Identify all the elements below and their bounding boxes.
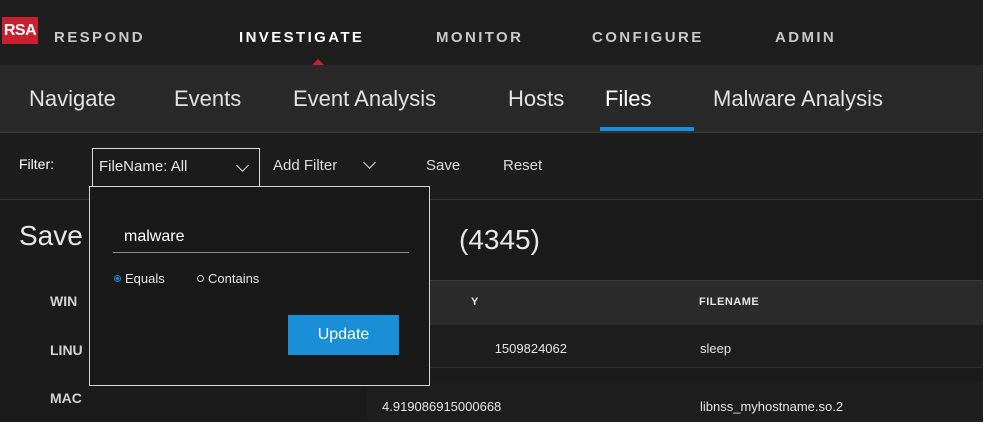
reset-button[interactable]: Reset bbox=[503, 157, 542, 174]
saved-filter-item[interactable]: MAC bbox=[50, 390, 82, 406]
saved-filters-title: Save bbox=[19, 220, 83, 251]
filename-filter-dropdown[interactable]: FileName: All bbox=[92, 148, 260, 186]
tab-navigate[interactable]: Navigate bbox=[29, 86, 116, 112]
nav-respond[interactable]: RESPOND bbox=[54, 29, 145, 46]
top-navigation: RSA RESPOND INVESTIGATE MONITOR CONFIGUR… bbox=[0, 0, 983, 66]
nav-monitor[interactable]: MONITOR bbox=[436, 29, 523, 46]
tab-hosts[interactable]: Hosts bbox=[508, 86, 564, 112]
filter-label: Filter: bbox=[19, 156, 54, 172]
nav-admin[interactable]: ADMIN bbox=[775, 29, 836, 46]
equals-radio[interactable] bbox=[114, 275, 121, 282]
filename-filter-popup: Equals Contains Update bbox=[89, 186, 430, 386]
tab-files[interactable]: Files bbox=[605, 86, 651, 112]
tab-malware-analysis[interactable]: Malware Analysis bbox=[713, 86, 883, 112]
filename-filter-label: FileName: All bbox=[99, 158, 188, 175]
chevron-down-icon bbox=[236, 159, 249, 172]
table-row[interactable]: 4.919086915000668 libnss_myhostname.so.2 bbox=[367, 383, 983, 422]
tab-event-analysis[interactable]: Event Analysis bbox=[293, 86, 436, 112]
investigate-subnav: Navigate Events Event Analysis Hosts Fil… bbox=[0, 65, 983, 133]
update-button[interactable]: Update bbox=[288, 315, 399, 355]
tab-events[interactable]: Events bbox=[174, 86, 241, 112]
chevron-down-icon[interactable] bbox=[363, 156, 376, 169]
table-cell-filename: libnss_myhostname.so.2 bbox=[700, 399, 844, 414]
save-button[interactable]: Save bbox=[426, 157, 460, 174]
contains-radio-label[interactable]: Contains bbox=[208, 271, 259, 286]
column-header[interactable]: Y bbox=[471, 296, 479, 308]
nav-investigate[interactable]: INVESTIGATE bbox=[239, 29, 364, 46]
nav-configure[interactable]: CONFIGURE bbox=[592, 29, 704, 46]
filename-filter-input[interactable] bbox=[113, 221, 409, 253]
add-filter-button[interactable]: Add Filter bbox=[273, 157, 337, 174]
rsa-logo: RSA bbox=[2, 17, 38, 44]
saved-filter-item[interactable]: WIN bbox=[50, 293, 77, 309]
contains-radio[interactable] bbox=[197, 275, 204, 282]
table-row[interactable]: 1509824062 sleep bbox=[367, 325, 983, 368]
table-cell-filename: sleep bbox=[700, 341, 732, 356]
column-header-filename[interactable]: FILENAME bbox=[699, 296, 759, 308]
table-cell-value: 4.919086915000668 bbox=[382, 399, 502, 414]
equals-radio-label[interactable]: Equals bbox=[125, 271, 165, 286]
saved-filter-item[interactable]: LINU bbox=[50, 342, 83, 358]
app-window: RSA RESPOND INVESTIGATE MONITOR CONFIGUR… bbox=[0, 0, 983, 422]
files-table-header: Y FILENAME bbox=[367, 280, 983, 325]
files-count: (4345) bbox=[459, 224, 540, 255]
active-tab-underline bbox=[600, 127, 694, 131]
